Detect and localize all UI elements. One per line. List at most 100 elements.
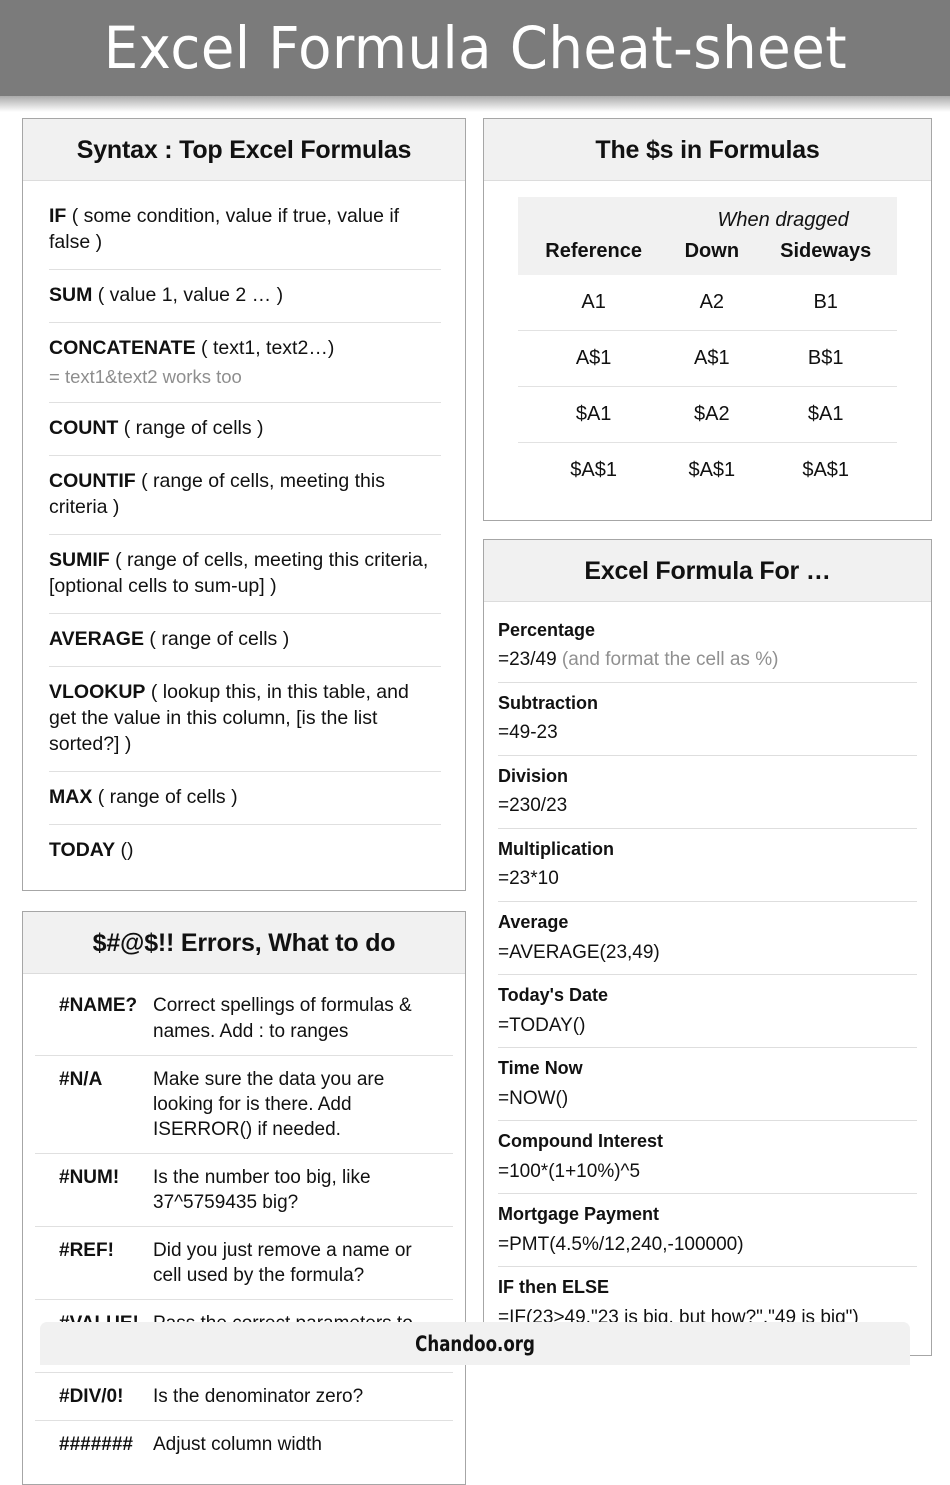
syntax-function-args: (): [115, 838, 134, 861]
syntax-function-args: ( range of cells ): [144, 627, 290, 650]
formula-note: (and format the cell as %): [556, 649, 779, 671]
syntax-row: CONCATENATE ( text1, text2…) = text1&text…: [49, 323, 441, 404]
formula-text: =230/23: [498, 795, 568, 817]
formula-text: =PMT(4.5%/12,240,-100000): [498, 1233, 744, 1255]
right-column: The $s in Formulas When dragged Referenc…: [483, 118, 932, 1357]
syntax-function-name: COUNT: [49, 417, 119, 440]
errors-panel-title: $#@$!! Errors, What to do: [23, 912, 465, 975]
syntax-row: AVERAGE ( range of cells ): [49, 614, 441, 667]
syntax-function-name: MAX: [49, 785, 93, 808]
dollar-reference-table: When dragged Reference Down Sideways A1 A2 B…: [518, 197, 897, 498]
formula-for-label: Subtraction: [498, 693, 599, 714]
formula-for-panel-title: Excel Formula For …: [484, 540, 931, 602]
syntax-function-note: = text1&text2 works too: [49, 365, 242, 387]
formula-text: =AVERAGE(23,49): [498, 941, 660, 963]
formula-for-row: Multiplication =23*10: [498, 829, 917, 903]
formula-for-row: Subtraction =49-23: [498, 683, 917, 757]
error-description: Did you just remove a name or cell used …: [153, 1226, 453, 1301]
syntax-function-args: ( range of cells ): [118, 417, 264, 440]
table-row: #N/A Make sure the data you are looking f…: [35, 1055, 453, 1154]
formula-for-expression: =100*(1+10%)^5: [498, 1159, 917, 1185]
formula-text: =23/49: [498, 649, 557, 671]
formula-for-row: Compound Interest =100*(1+10%)^5: [498, 1121, 917, 1195]
dollars-panel-body: When dragged Reference Down Sideways A1 A2 B…: [484, 181, 931, 520]
formula-for-expression: =TODAY(): [498, 1013, 917, 1039]
dollar-cell: A1: [518, 275, 670, 331]
syntax-function-name: CONCATENATE: [49, 336, 196, 359]
dollar-column-header: Sideways: [754, 234, 897, 275]
dollar-cell: A$1: [518, 330, 670, 387]
dollar-cell: A$1: [669, 330, 755, 387]
syntax-panel-body: IF ( some condition, value if true, valu…: [23, 181, 465, 890]
dollar-column-header: Down: [669, 234, 755, 275]
formula-text: =NOW(): [498, 1087, 569, 1109]
formula-for-panel: Excel Formula For … Percentage =23/49 (an…: [483, 539, 932, 1357]
formula-for-label: Multiplication: [498, 839, 614, 860]
formula-for-expression: =AVERAGE(23,49): [498, 940, 917, 966]
dollars-panel: The $s in Formulas When dragged Referenc…: [483, 118, 932, 521]
formula-for-label: Percentage: [498, 620, 596, 640]
dollar-cell: B1: [754, 275, 897, 331]
error-description: Adjust column width: [153, 1434, 322, 1456]
dollar-column-header-row: Reference Down Sideways: [518, 234, 897, 275]
page-title: Excel Formula Cheat-sheet: [103, 14, 847, 82]
formula-for-expression: =230/23: [498, 793, 917, 819]
error-code: #######: [59, 1434, 133, 1456]
formula-for-row: Time Now =NOW(): [498, 1048, 917, 1122]
formula-text: =23*10: [498, 868, 559, 890]
syntax-row: COUNT ( range of cells ): [49, 403, 441, 457]
formula-text: =TODAY(): [498, 1014, 586, 1036]
dollar-group-header-label: When dragged: [669, 197, 897, 234]
formula-for-expression: =23/49 (and format the cell as %): [498, 647, 917, 673]
errors-panel: $#@$!! Errors, What to do #NAME? Correct …: [22, 911, 466, 1485]
syntax-row: SUMIF ( range of cells, meeting this cri…: [49, 535, 441, 614]
error-code: #N/A: [35, 1055, 153, 1154]
error-description: Is the denominator zero?: [153, 1372, 453, 1422]
table-row: #NAME? Correct spellings of formulas & na…: [35, 982, 453, 1056]
syntax-row: COUNTIF ( range of cells, meeting this c…: [49, 456, 441, 536]
syntax-panel-title: Syntax : Top Excel Formulas: [23, 119, 465, 181]
syntax-row: TODAY (): [49, 825, 441, 877]
formula-for-expression: =PMT(4.5%/12,240,-100000): [498, 1232, 917, 1258]
formula-text: =100*(1+10%)^5: [498, 1160, 641, 1182]
formula-for-label: Mortgage Payment: [498, 1204, 660, 1225]
formula-for-row: Today's Date =TODAY(): [498, 975, 917, 1049]
error-description: Correct spellings of formulas & names. A…: [153, 982, 453, 1056]
formula-for-label: Today's Date: [498, 985, 608, 1006]
syntax-row: IF ( some condition, value if true, valu…: [49, 191, 441, 270]
dollars-panel-title: The $s in Formulas: [484, 119, 931, 181]
syntax-function-name: COUNTIF: [49, 470, 136, 493]
dollar-cell: $A1: [518, 386, 670, 443]
error-code: #DIV/0!: [35, 1372, 153, 1422]
formula-for-row: Division =230/23: [498, 756, 917, 830]
syntax-function-name: SUMIF: [49, 549, 110, 572]
syntax-row: VLOOKUP ( lookup this, in this table, an…: [49, 667, 441, 772]
table-row: A$1 A$1 B$1: [518, 330, 897, 387]
errors-table: #NAME? Correct spellings of formulas & na…: [35, 982, 453, 1468]
syntax-function-name: SUM: [49, 283, 93, 306]
dollar-group-header-row: When dragged: [518, 197, 897, 234]
dollar-cell: $A2: [669, 386, 755, 443]
dollar-cell: B$1: [754, 330, 897, 387]
syntax-function-args: ( some condition, value if true, value i…: [49, 205, 400, 253]
page-footer: Chandoo.org: [40, 1322, 910, 1365]
dollar-cell: $A$1: [688, 459, 736, 481]
dollar-cell: A2: [669, 275, 755, 331]
table-row: #DIV/0! Is the denominator zero?: [35, 1372, 453, 1422]
page-header: Excel Formula Cheat-sheet: [0, 0, 950, 112]
syntax-function-args: ( value 1, value 2 … ): [92, 283, 284, 306]
dollar-cell: $A$1: [570, 459, 617, 481]
formula-for-row: Mortgage Payment =PMT(4.5%/12,240,-100000…: [498, 1194, 917, 1268]
syntax-row: SUM ( value 1, value 2 … ): [49, 270, 441, 323]
formula-for-expression: =23*10: [498, 866, 917, 892]
syntax-panel: Syntax : Top Excel Formulas IF ( some co…: [22, 118, 466, 892]
formula-for-panel-body: Percentage =23/49 (and format the cell as…: [484, 602, 931, 1355]
table-row: #REF! Did you just remove a name or cell …: [35, 1226, 453, 1301]
left-column: Syntax : Top Excel Formulas IF ( some co…: [22, 118, 466, 1485]
dollar-cell: $A1: [754, 386, 897, 443]
formula-for-label: IF then ELSE: [498, 1277, 610, 1298]
formula-for-label: Division: [498, 766, 569, 787]
table-row: ####### Adjust column width: [35, 1421, 453, 1469]
dollar-cell: $A$1: [802, 459, 850, 481]
formula-for-label: Compound Interest: [498, 1131, 663, 1152]
